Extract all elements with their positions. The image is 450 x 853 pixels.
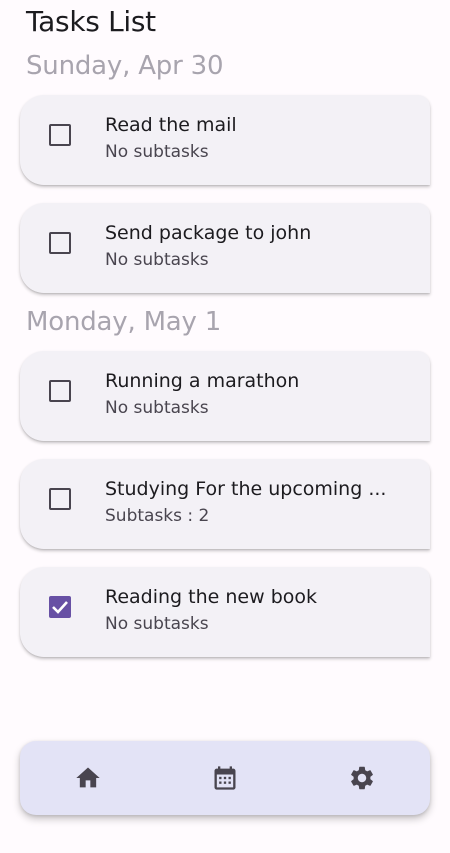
task-subtasks-count: No subtasks xyxy=(105,250,209,270)
task-subtasks-count: No subtasks xyxy=(105,142,209,162)
calendar-icon xyxy=(214,766,236,790)
page-title: Tasks List xyxy=(26,5,156,38)
task-checkbox[interactable] xyxy=(49,488,71,510)
task-title: Running a marathon xyxy=(105,370,300,392)
task-subtasks-count: Subtasks : 2 xyxy=(105,506,210,526)
task-card[interactable]: Reading the new book No subtasks xyxy=(20,567,430,657)
nav-calendar-button[interactable] xyxy=(211,764,239,792)
task-title: Read the mail xyxy=(105,114,237,136)
task-card[interactable]: Send package to john No subtasks xyxy=(20,203,430,293)
task-card[interactable]: Running a marathon No subtasks xyxy=(20,351,430,441)
task-subtasks-count: No subtasks xyxy=(105,614,209,634)
task-checkbox[interactable] xyxy=(49,380,71,402)
gear-icon xyxy=(351,766,373,790)
task-subtasks-count: No subtasks xyxy=(105,398,209,418)
nav-home-button[interactable] xyxy=(74,764,102,792)
date-heading-monday: Monday, May 1 xyxy=(26,307,222,337)
nav-settings-button[interactable] xyxy=(348,764,376,792)
task-checkbox-checked[interactable] xyxy=(49,596,71,618)
home-icon xyxy=(76,767,100,788)
checkmark-icon xyxy=(52,601,68,614)
task-card[interactable]: Read the mail No subtasks xyxy=(20,95,430,185)
task-title: Reading the new book xyxy=(105,586,318,608)
task-checkbox[interactable] xyxy=(49,232,71,254)
task-card[interactable]: Studying For the upcoming ... Subtasks :… xyxy=(20,459,430,549)
bottom-navigation-bar xyxy=(20,741,430,815)
task-title: Send package to john xyxy=(105,222,312,244)
task-checkbox[interactable] xyxy=(49,124,71,146)
task-title: Studying For the upcoming ... xyxy=(105,478,387,500)
date-heading-sunday: Sunday, Apr 30 xyxy=(26,51,224,81)
